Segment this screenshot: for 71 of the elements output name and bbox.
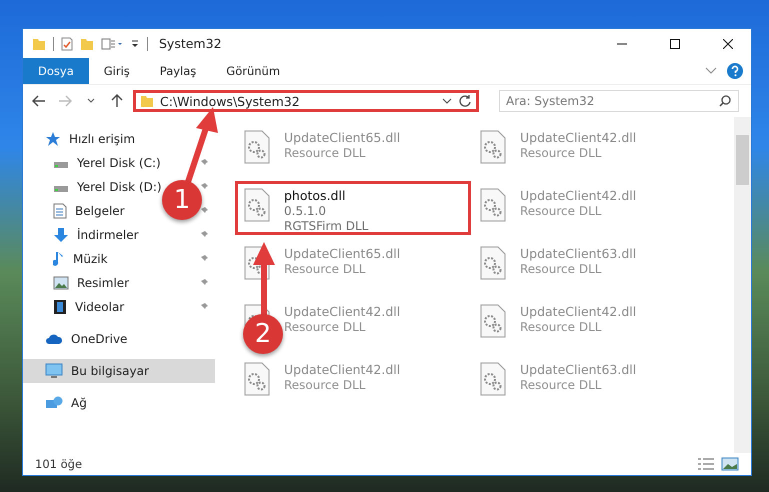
address-bar[interactable]: C:\Windows\System32 <box>133 90 479 112</box>
gear-file-icon <box>244 362 270 396</box>
ribbon-tab[interactable]: Dosya <box>23 58 89 84</box>
properties-icon <box>101 36 123 50</box>
film-icon <box>53 299 67 315</box>
file-details: Resource DLL <box>520 262 602 276</box>
gear-file-icon <box>244 130 270 164</box>
document-icon <box>53 203 67 219</box>
file-details: 0.5.1.0 <box>284 204 327 218</box>
scrollbar[interactable] <box>734 117 751 453</box>
chevron-down-icon <box>87 98 95 104</box>
file-name[interactable]: photos.dll <box>284 188 368 203</box>
star-icon <box>45 131 61 147</box>
file-details: Resource DLL <box>284 320 366 334</box>
monitor-icon <box>45 363 63 379</box>
sidebar-item[interactable]: Ağ <box>45 395 87 411</box>
ribbon-tab[interactable]: Giriş <box>88 58 145 84</box>
network-icon <box>45 395 63 411</box>
sidebar-item[interactable]: İndirmeler <box>53 227 139 243</box>
file-details: Resource DLL <box>520 378 602 392</box>
forward-arrow-icon <box>58 95 72 107</box>
download-arrow-icon <box>53 227 69 243</box>
maximize-icon <box>670 38 680 48</box>
gear-file-icon <box>480 304 506 338</box>
highlighted-file-item[interactable]: photos.dll 0.5.1.0 RGTSFirm DLL <box>235 181 471 235</box>
music-note-icon <box>53 251 65 267</box>
gear-file-icon <box>480 188 506 222</box>
back-arrow-icon <box>32 95 46 107</box>
item-count: 101 öğe <box>35 457 84 471</box>
picture-icon <box>53 276 69 290</box>
chevron-down-icon <box>442 98 452 104</box>
file-details: Resource DLL <box>520 146 602 160</box>
sidebar-item[interactable]: Hızlı erişim <box>45 131 136 147</box>
scrollbar-thumb[interactable] <box>736 135 749 185</box>
help-icon <box>727 63 743 79</box>
close-icon <box>723 38 733 48</box>
gear-file-icon <box>244 188 270 222</box>
gear-file-icon <box>480 246 506 280</box>
refresh-icon <box>458 94 472 108</box>
selected-sidebar-row[interactable]: Bu bilgisayar <box>23 359 215 383</box>
dropdown-caret-icon <box>130 38 140 48</box>
folder-icon <box>140 94 154 108</box>
sidebar-item[interactable]: Müzik <box>53 251 108 267</box>
folder-icon <box>32 36 46 50</box>
file-details: RGTSFirm DLL <box>284 219 368 233</box>
window-title: System32 <box>159 36 223 51</box>
file-details: Resource DLL <box>284 262 366 276</box>
sidebar-item[interactable]: Belgeler <box>53 203 125 219</box>
folder-icon <box>80 36 94 50</box>
ribbon-tab[interactable]: Görünüm <box>211 58 296 84</box>
up-arrow-icon <box>111 94 123 108</box>
large-icons-view-icon <box>721 457 739 471</box>
sidebar-item[interactable]: OneDrive <box>45 332 128 346</box>
search-icon <box>719 95 731 107</box>
ribbon-tab[interactable]: Paylaş <box>144 58 212 84</box>
sidebar-item[interactable]: Yerel Disk (C:) <box>53 156 161 170</box>
file-details: Resource DLL <box>284 146 366 160</box>
details-view-icon <box>697 457 715 471</box>
sidebar-item[interactable]: Bu bilgisayar <box>45 363 149 379</box>
search-field[interactable]: Ara: System32 <box>499 90 739 112</box>
gear-file-icon <box>480 362 506 396</box>
chevron-down-icon <box>705 67 717 75</box>
checklist-icon <box>61 36 73 50</box>
file-details: Resource DLL <box>520 204 602 218</box>
sidebar-item[interactable]: Resimler <box>53 276 130 290</box>
file-details: Resource DLL <box>520 320 602 334</box>
gear-file-icon <box>480 130 506 164</box>
sidebar-item[interactable]: Videolar <box>53 299 124 315</box>
file-details: Resource DLL <box>284 378 366 392</box>
cloud-icon <box>45 333 63 345</box>
sidebar-item[interactable]: Yerel Disk (D:) <box>53 180 162 194</box>
